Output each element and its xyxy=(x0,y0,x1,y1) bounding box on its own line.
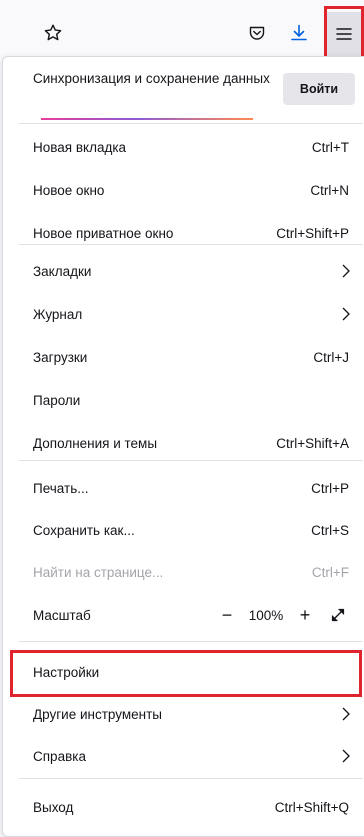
zoom-level-button[interactable]: 100% xyxy=(241,608,291,623)
app-menu-panel: Синхронизация и сохранение данных Войти … xyxy=(2,56,364,837)
menu-item-more-tools[interactable]: Другие инструменты xyxy=(19,693,363,735)
menu-item-zoom: Масштаб − 100% + xyxy=(19,594,363,636)
menu-item-label: Загрузки xyxy=(33,349,88,365)
browser-toolbar xyxy=(0,0,364,60)
menu-item-shortcut: Ctrl+T xyxy=(311,139,349,155)
menu-item-label: Закладки xyxy=(33,263,92,279)
divider xyxy=(19,641,363,642)
chevron-right-icon xyxy=(342,264,350,278)
divider xyxy=(19,460,363,461)
menu-item-label: Настройки xyxy=(33,664,100,680)
menu-item-label: Выход xyxy=(33,799,74,815)
sync-description: Синхронизация и сохранение данных xyxy=(33,71,270,86)
menu-item-label: Пароли xyxy=(33,392,81,408)
menu-item-label: Печать... xyxy=(33,480,89,496)
menu-item-print[interactable]: Печать... Ctrl+P xyxy=(19,467,363,509)
chevron-right-icon xyxy=(342,307,350,321)
menu-item-help[interactable]: Справка xyxy=(19,735,363,777)
star-icon[interactable] xyxy=(36,16,70,50)
menu-item-label: Сохранить как... xyxy=(33,522,135,538)
menu-item-label: Журнал xyxy=(33,306,83,322)
zoom-controls: − 100% + xyxy=(213,600,353,630)
pocket-icon[interactable] xyxy=(240,16,274,50)
menu-item-label: Дополнения и темы xyxy=(33,435,158,451)
menu-item-shortcut: Ctrl+Shift+A xyxy=(276,435,349,451)
menu-item-bookmarks[interactable]: Закладки xyxy=(19,250,363,292)
menu-item-label: Справка xyxy=(33,748,86,764)
sync-gradient-line xyxy=(41,118,253,120)
divider xyxy=(19,778,363,779)
sync-section: Синхронизация и сохранение данных Войти xyxy=(11,65,363,120)
menu-item-new-tab[interactable]: Новая вкладка Ctrl+T xyxy=(19,126,363,168)
menu-item-shortcut: Ctrl+P xyxy=(311,480,349,496)
fullscreen-icon[interactable] xyxy=(323,601,353,629)
chevron-right-icon xyxy=(342,749,350,763)
hamburger-menu-icon[interactable] xyxy=(324,12,364,56)
download-icon[interactable] xyxy=(282,16,316,50)
menu-item-exit[interactable]: Выход Ctrl+Shift+Q xyxy=(19,786,363,828)
menu-item-addons[interactable]: Дополнения и темы Ctrl+Shift+A xyxy=(19,422,363,464)
zoom-out-button[interactable]: − xyxy=(213,601,241,629)
menu-item-passwords[interactable]: Пароли xyxy=(19,379,363,421)
menu-item-shortcut: Ctrl+J xyxy=(313,349,349,365)
divider xyxy=(19,123,363,124)
menu-item-shortcut: Ctrl+Shift+Q xyxy=(274,799,349,815)
divider xyxy=(19,244,363,245)
menu-item-label: Другие инструменты xyxy=(33,706,162,722)
menu-item-history[interactable]: Журнал xyxy=(19,293,363,335)
menu-item-label: Новое приватное окно xyxy=(33,225,174,241)
menu-item-settings[interactable]: Настройки xyxy=(19,651,363,693)
zoom-in-button[interactable]: + xyxy=(291,601,319,629)
menu-item-label: Новая вкладка xyxy=(33,139,127,155)
menu-item-shortcut: Ctrl+Shift+P xyxy=(276,225,349,241)
menu-item-find-in-page: Найти на странице... Ctrl+F xyxy=(19,551,363,593)
menu-item-shortcut: Ctrl+S xyxy=(311,522,349,538)
menu-item-new-private-window[interactable]: Новое приватное окно Ctrl+Shift+P xyxy=(19,212,363,254)
menu-item-shortcut: Ctrl+F xyxy=(311,564,349,580)
sign-in-button[interactable]: Войти xyxy=(283,73,355,105)
menu-item-new-window[interactable]: Новое окно Ctrl+N xyxy=(19,169,363,211)
menu-item-label: Новое окно xyxy=(33,182,105,198)
chevron-right-icon xyxy=(342,707,350,721)
menu-item-downloads[interactable]: Загрузки Ctrl+J xyxy=(19,336,363,378)
menu-item-label: Найти на странице... xyxy=(33,564,164,580)
menu-item-label: Масштаб xyxy=(33,607,91,623)
menu-item-shortcut: Ctrl+N xyxy=(310,182,349,198)
menu-item-save-as[interactable]: Сохранить как... Ctrl+S xyxy=(19,509,363,551)
